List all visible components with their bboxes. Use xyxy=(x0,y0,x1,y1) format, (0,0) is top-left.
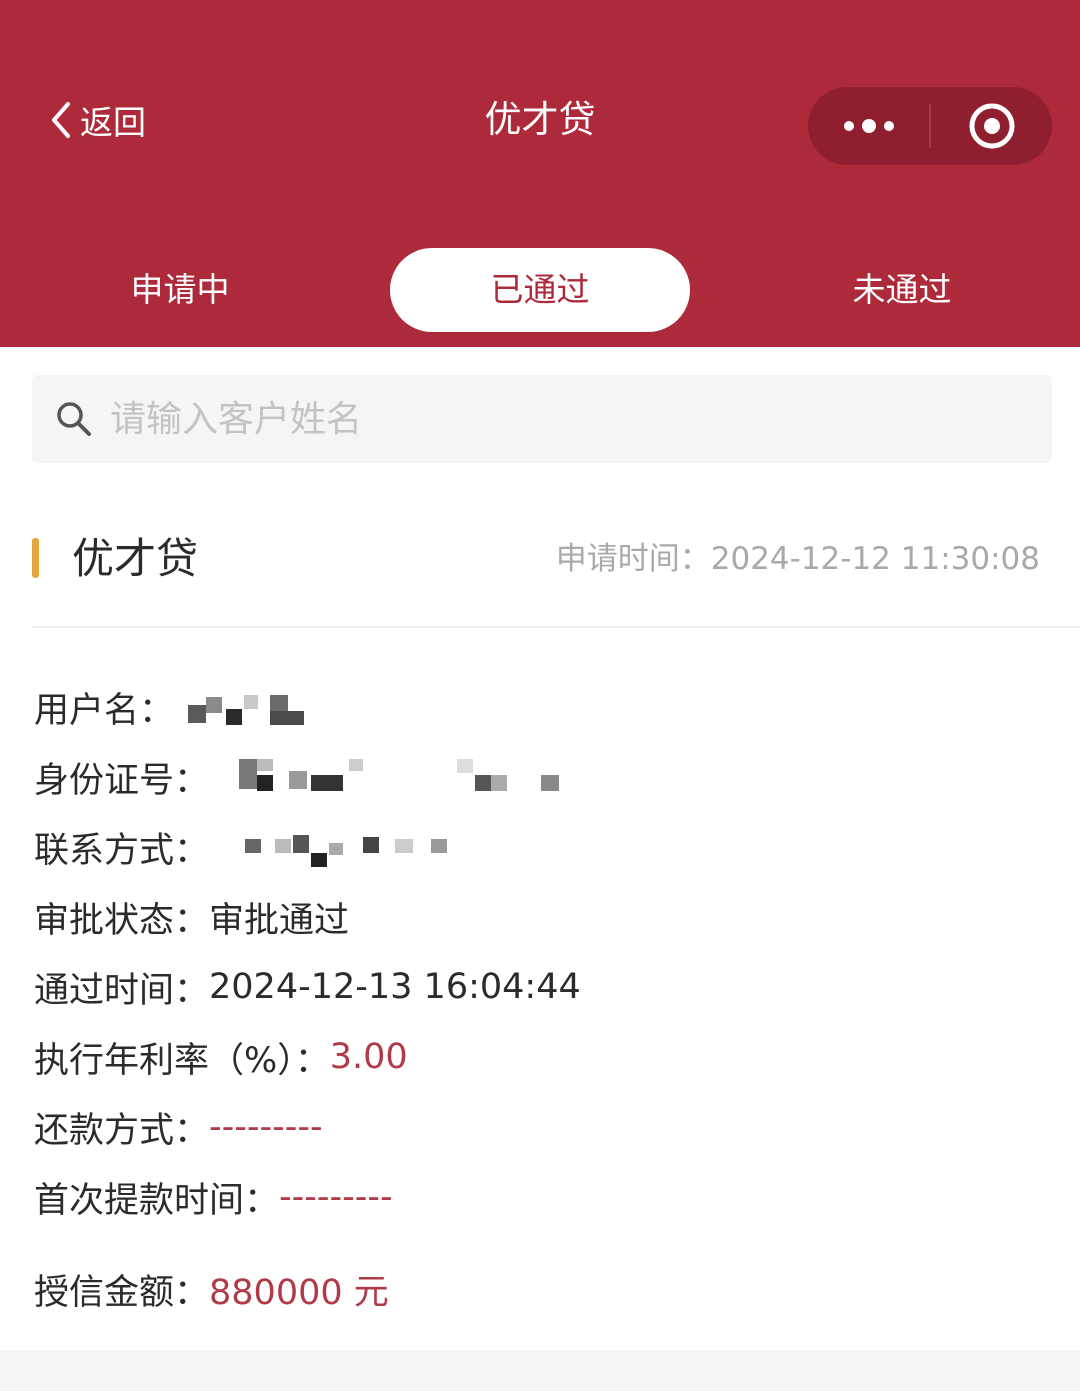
tab-pending[interactable]: 申请中 xyxy=(30,248,330,332)
loan-detail-list: 用户名： 身份证号： 联系方式： 审批状态： 审批通过 通过时间： 2024-1… xyxy=(34,672,1034,1324)
apply-time-value: 2024-12-12 11:30:08 xyxy=(710,541,1040,577)
username-redacted xyxy=(174,687,324,727)
first-draw-label: 首次提款时间： xyxy=(34,1180,280,1221)
tab-approved[interactable]: 已通过 xyxy=(390,248,690,332)
apply-time-label: 申请时间： xyxy=(555,541,711,577)
search-input[interactable] xyxy=(108,397,1012,441)
id-number-redacted xyxy=(239,757,599,797)
pass-time-label: 通过时间： xyxy=(34,970,210,1011)
repay-method-value: --------- xyxy=(209,1107,323,1147)
rate-value: 3.00 xyxy=(329,1037,408,1077)
more-button[interactable] xyxy=(808,87,929,165)
rate-label: 执行年利率（%）： xyxy=(34,1040,330,1081)
pass-time-value: 2024-12-13 16:04:44 xyxy=(209,967,581,1007)
credit-amount-label: 授信金额： xyxy=(34,1272,210,1313)
loan-product-title: 优才贷 xyxy=(72,534,199,583)
apply-time: 申请时间：2024-12-12 11:30:08 xyxy=(556,534,1040,584)
mini-program-capsule xyxy=(808,87,1052,165)
target-circle-icon xyxy=(969,103,1014,149)
status-label: 审批状态： xyxy=(34,900,210,941)
contact-row: 联系方式： xyxy=(34,812,1034,882)
bottom-strip xyxy=(0,1350,1080,1391)
status-value: 审批通过 xyxy=(209,900,350,941)
more-dots-icon xyxy=(843,119,894,133)
contact-label: 联系方式： xyxy=(34,830,210,871)
status-row: 审批状态： 审批通过 xyxy=(34,882,1034,952)
repay-method-row: 还款方式： --------- xyxy=(34,1092,1034,1162)
contact-redacted xyxy=(245,827,485,867)
search-bar xyxy=(32,375,1052,463)
rate-row: 执行年利率（%）： 3.00 xyxy=(34,1022,1034,1092)
credit-amount-value: 880000 元 xyxy=(209,1272,389,1313)
top-header: 返回 优才贷 申请中 已通过 未通过 xyxy=(0,0,1080,347)
first-draw-value: --------- xyxy=(279,1177,393,1217)
accent-bar xyxy=(32,538,39,578)
tab-rejected[interactable]: 未通过 xyxy=(752,248,1052,332)
divider xyxy=(32,626,1080,628)
pass-time-row: 通过时间： 2024-12-13 16:04:44 xyxy=(34,952,1034,1022)
id-number-label: 身份证号： xyxy=(34,760,210,801)
close-mini-program-button[interactable] xyxy=(931,87,1052,165)
repay-method-label: 还款方式： xyxy=(34,1110,210,1151)
first-draw-row: 首次提款时间： --------- xyxy=(34,1162,1034,1232)
username-label: 用户名： xyxy=(34,690,175,731)
username-row: 用户名： xyxy=(34,672,1034,742)
search-icon xyxy=(52,397,96,441)
loan-card-header: 优才贷 申请时间：2024-12-12 11:30:08 xyxy=(32,520,1052,600)
credit-amount-row: 授信金额： 880000 元 xyxy=(34,1254,1034,1324)
status-tabs: 申请中 已通过 未通过 xyxy=(0,248,1080,332)
id-number-row: 身份证号： xyxy=(34,742,1034,812)
